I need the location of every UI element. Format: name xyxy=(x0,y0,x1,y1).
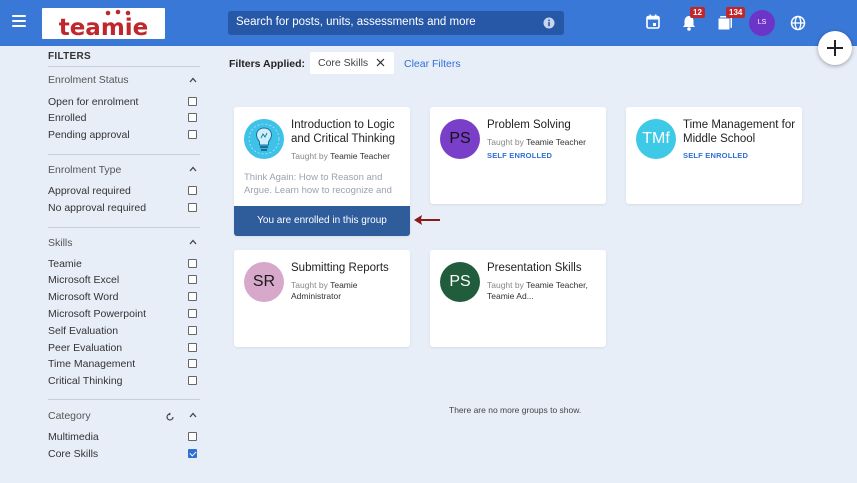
taught-by-prefix: Taught by xyxy=(291,151,328,161)
reset-icon[interactable] xyxy=(165,412,175,422)
card-avatar: SR xyxy=(244,262,284,302)
checkbox-no-approval-required[interactable] xyxy=(188,203,197,212)
checkbox-pending-approval[interactable] xyxy=(188,130,197,139)
card-avatar: TMf xyxy=(636,119,676,159)
card-title[interactable]: Presentation Skills xyxy=(487,261,603,275)
group-card-presentation-skills[interactable]: PS Presentation Skills Taught by Teamie … xyxy=(430,250,606,347)
option-label: Enrolled xyxy=(48,112,87,124)
self-enrolled-tag: SELF ENROLLED xyxy=(487,151,553,160)
search-input[interactable]: Search for posts, units, assessments and… xyxy=(228,11,564,35)
globe-icon[interactable] xyxy=(790,15,806,31)
chevron-up-icon[interactable] xyxy=(189,166,197,172)
self-enrolled-tag: SELF ENROLLED xyxy=(683,151,749,160)
clear-filters-link[interactable]: Clear Filters xyxy=(404,58,461,70)
lightbulb-icon xyxy=(244,119,284,159)
option-label: Core Skills xyxy=(48,448,99,460)
option-label: Teamie xyxy=(48,258,82,270)
filters-title: FILTERS xyxy=(48,51,92,62)
filter-chip-core-skills: Core Skills xyxy=(310,52,394,74)
divider xyxy=(48,154,200,155)
logo-mark: teamie xyxy=(59,9,149,39)
card-avatar: PS xyxy=(440,119,480,159)
chevron-up-icon[interactable] xyxy=(189,412,197,418)
group-card-time-management[interactable]: TMf Time Management for Middle School SE… xyxy=(626,107,802,204)
taught-by-prefix: Taught by xyxy=(487,137,524,147)
checkbox-teamie[interactable] xyxy=(188,259,197,268)
checkbox-core-skills[interactable] xyxy=(188,449,197,458)
filters-sidebar: FILTERS Enrolment Status Open for enrolm… xyxy=(0,46,215,483)
option-label: Pending approval xyxy=(48,129,130,141)
calendar-icon[interactable] xyxy=(646,14,660,29)
teamie-logo[interactable]: teamie xyxy=(42,8,165,39)
no-more-groups-message: There are no more groups to show. xyxy=(449,405,582,415)
card-title[interactable]: Introduction to Logic and Critical Think… xyxy=(291,118,407,146)
chevron-up-icon[interactable] xyxy=(189,77,197,83)
card-title[interactable]: Time Management for Middle School xyxy=(683,118,799,146)
checkbox-microsoft-excel[interactable] xyxy=(188,275,197,284)
taught-by: Taught by Teamie Teacher, Teamie Ad... xyxy=(487,280,605,302)
checkbox-enrolled[interactable] xyxy=(188,113,197,122)
divider xyxy=(48,399,200,400)
chevron-up-icon[interactable] xyxy=(189,239,197,245)
taught-by-name: Teamie Teacher xyxy=(526,137,586,147)
checkbox-critical-thinking[interactable] xyxy=(188,376,197,385)
taught-by-prefix: Taught by xyxy=(291,280,328,290)
group-card-problem-solving[interactable]: PS Problem Solving Taught by Teamie Teac… xyxy=(430,107,606,204)
logo-wordmark: teamie xyxy=(59,15,149,39)
option-label: Self Evaluation xyxy=(48,325,119,337)
messages-badge: 134 xyxy=(726,7,746,18)
chip-label: Core Skills xyxy=(318,57,369,69)
checkbox-microsoft-powerpoint[interactable] xyxy=(188,309,197,318)
section-category[interactable]: Category xyxy=(48,410,91,422)
option-label: Approval required xyxy=(48,185,131,197)
taught-by: Taught by Teamie Teacher xyxy=(291,151,409,162)
option-label: Microsoft Powerpoint xyxy=(48,308,147,320)
group-card-submitting-reports[interactable]: SR Submitting Reports Taught by Teamie A… xyxy=(234,250,410,347)
notifications-badge: 12 xyxy=(690,7,705,18)
user-avatar[interactable]: LS xyxy=(749,10,775,36)
close-icon[interactable] xyxy=(376,58,385,67)
checkbox-peer-evaluation[interactable] xyxy=(188,343,197,352)
divider xyxy=(48,227,200,228)
option-label: Open for enrolment xyxy=(48,96,139,108)
info-icon[interactable] xyxy=(543,17,555,29)
option-label: Microsoft Excel xyxy=(48,274,120,286)
checkbox-time-management[interactable] xyxy=(188,359,197,368)
checkbox-open-for-enrolment[interactable] xyxy=(188,97,197,106)
top-bar: teamie Search for posts, units, assessme… xyxy=(0,0,857,46)
section-enrolment-status[interactable]: Enrolment Status xyxy=(48,74,129,86)
checkbox-approval-required[interactable] xyxy=(188,186,197,195)
enrolled-banner: You are enrolled in this group xyxy=(234,206,410,236)
section-enrolment-type[interactable]: Enrolment Type xyxy=(48,164,121,176)
taught-by-prefix: Taught by xyxy=(487,280,524,290)
checkbox-microsoft-word[interactable] xyxy=(188,292,197,301)
card-title[interactable]: Submitting Reports xyxy=(291,261,407,275)
checkbox-self-evaluation[interactable] xyxy=(188,326,197,335)
taught-by-name: Teamie Teacher xyxy=(330,151,390,161)
card-description: Think Again: How to Reason and Argue. Le… xyxy=(244,172,392,196)
add-button[interactable] xyxy=(818,31,852,65)
option-label: Time Management xyxy=(48,358,136,370)
filters-applied-label: Filters Applied: xyxy=(229,58,306,70)
arrow-left-icon xyxy=(414,215,440,225)
search-placeholder: Search for posts, units, assessments and… xyxy=(236,16,476,28)
divider xyxy=(48,66,200,67)
option-label: Multimedia xyxy=(48,431,99,443)
menu-icon[interactable] xyxy=(12,15,26,27)
taught-by: Taught by Teamie Teacher xyxy=(487,137,605,148)
checkbox-multimedia[interactable] xyxy=(188,432,197,441)
option-label: Critical Thinking xyxy=(48,375,123,387)
taught-by: Taught by Teamie Administrator xyxy=(291,280,409,302)
section-skills[interactable]: Skills xyxy=(48,237,73,249)
card-title[interactable]: Problem Solving xyxy=(487,118,603,132)
card-avatar: PS xyxy=(440,262,480,302)
option-label: No approval required xyxy=(48,202,147,214)
group-card-intro-logic[interactable]: Introduction to Logic and Critical Think… xyxy=(234,107,410,236)
option-label: Peer Evaluation xyxy=(48,342,123,354)
option-label: Microsoft Word xyxy=(48,291,119,303)
